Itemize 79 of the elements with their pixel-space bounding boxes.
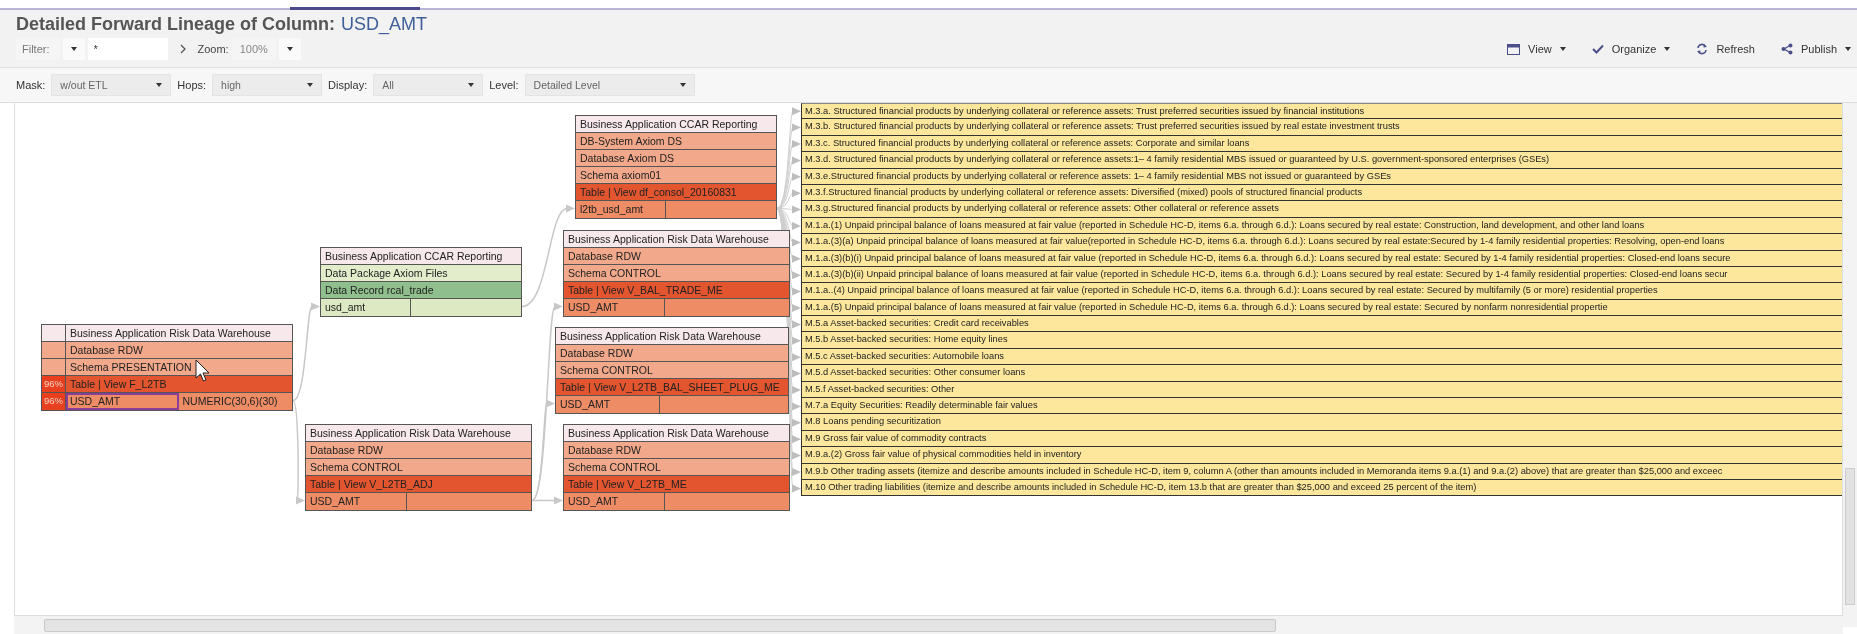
node-row[interactable]: Table | View V_L2TB_ME [564,476,789,492]
node-header[interactable]: Business Application Risk Data Warehouse [306,425,531,441]
report-line-item[interactable]: M.7.a Equity Securities: Readily determinable fair values [801,398,1843,415]
lineage-node[interactable]: Business Application CCAR Reporting Data Package Axiom Files Data Record rcal_trade usd_amt [320,247,522,317]
lineage-node[interactable]: Business Application Risk Data Warehouse Database RDW Schema CONTROL Table | View V_L2TB_BAL_SHEET_PLUG_ME USD_AMT [555,327,789,414]
lineage-node[interactable]: Business Application Risk Data Warehouse Database RDW Schema CONTROL Table | View V_BAL_TRADE_ME USD_AMT [563,230,790,317]
percent-cell: 96% [42,393,66,410]
option-select[interactable]: w/out ETL [51,74,172,96]
node-row[interactable]: Table | View F_L2TB [66,376,292,392]
node-row[interactable]: Schema CONTROL [564,459,789,475]
zoom-label: Zoom: [197,43,229,55]
node-header[interactable]: Business Application Risk Data Warehouse [564,231,789,247]
lineage-node[interactable]: Business Application CCAR Reporting DB-System Axiom DS Database Axiom DS Schema axiom01 Table | View df_consol_20160831 l2tb_usd_amt [575,115,777,219]
node-row[interactable]: Database RDW [556,345,788,361]
vertical-scrollbar[interactable] [1842,103,1857,627]
cursor-icon [195,359,211,383]
report-line-item[interactable]: M.5.b Asset-backed securities: Home equity lines [801,332,1843,349]
node-header[interactable]: Business Application Risk Data Warehouse [556,328,788,344]
node-row[interactable]: Table | View df_consol_20160831 [576,184,776,200]
node-row[interactable]: Database RDW [564,442,789,458]
node-row[interactable]: Table | View V_L2TB_BAL_SHEET_PLUG_ME [556,379,788,395]
filter-dropdown[interactable] [62,38,85,60]
caret-icon [307,83,314,87]
lineage-node[interactable]: Business Application Risk Data Warehouse Database RDW Schema PRESENTATION 96% Table | View F_L2TB 96% USD_AMT NUMERIC(30,6)(30) [41,324,293,411]
toolbar-button[interactable]: Organize [1591,41,1671,57]
report-line-item[interactable]: M.3.g.Structured financial products by underlying collateral or reference assets: Other collateral or reference assets [801,201,1843,218]
report-line-item[interactable]: M.3.b. Structured financial products by underlying collateral or reference assets: Trust preferred securities issued by real estate investment trusts [801,119,1843,136]
report-line-item[interactable]: M.3.d. Structured financial products by underlying collateral or reference assets:1– 4 family residential MBS issued or guaranteed by U.S. government-sponsored enterprises (GSEs) [801,152,1843,169]
node-row[interactable]: Database Axiom DS [576,150,776,166]
option-select[interactable]: high [212,74,323,96]
node-row[interactable]: Schema CONTROL [306,459,531,475]
column-type: NUMERIC(30,6)(30) [181,394,279,409]
report-line-item[interactable]: M.5.d Asset-backed securities: Other consumer loans [801,365,1843,382]
toolbar-button[interactable]: View [1507,41,1566,57]
node-header[interactable]: Business Application CCAR Reporting [576,116,776,132]
toolbar-button[interactable]: Publish [1780,41,1851,57]
column-name-title: USD_AMT [341,14,428,35]
page-title: Detailed Forward Lineage of Column: [16,14,336,35]
filter-field[interactable]: * [87,38,168,60]
node-row[interactable]: DB-System Axiom DS [576,133,776,149]
caret-icon [286,47,293,51]
node-row[interactable]: Data Package Axiom Files [321,265,521,281]
node-row[interactable]: Database RDW [564,248,789,264]
node-row[interactable]: Schema axiom01 [576,167,776,183]
option-label: Level: [489,79,519,91]
zoom-dropdown[interactable] [278,38,301,60]
node-row[interactable]: Schema CONTROL [556,362,788,378]
node-row[interactable]: Data Record rcal_trade [321,282,521,298]
window-icon [1507,43,1521,55]
node-row[interactable]: Table | View V_BAL_TRADE_ME [564,282,789,298]
report-line-item[interactable]: M.1.a.(3)(a) Unpaid principal balance of loans measured at fair value(reported in Schedule HC-D, items 6.a. through 6.d.): Loans secured by real estate:Secured by 1-4 family residential properties: Resolving, open-end loans [801,234,1843,251]
caret-icon [70,47,77,51]
node-row[interactable]: Schema CONTROL [564,265,789,281]
column-name[interactable]: USD_AMT [66,393,179,410]
option-select[interactable]: Detailed Level [524,74,695,96]
option-label: Hops: [177,79,207,91]
caret-icon [468,83,475,87]
lineage-node[interactable]: Business Application Risk Data Warehouse Database RDW Schema CONTROL Table | View V_L2TB_ADJ USD_AMT [305,424,532,511]
lineage-node[interactable]: Business Application Risk Data Warehouse Database RDW Schema CONTROL Table | View V_L2TB_ME USD_AMT [563,424,790,511]
caret-icon [156,83,163,87]
caret-icon [679,83,686,87]
node-header[interactable]: Business Application CCAR Reporting [321,248,521,264]
option-label: Display: [328,79,368,91]
report-line-item[interactable]: M.1.a..(4) Unpaid principal balance of loans measured at fair value (reported in Schedule HC-D, items 6.a. through 6.d.): Loans secured by real estate: Secured by multifamily (5 or more) residential properties [801,283,1843,300]
report-line-item[interactable]: M.5.a Asset-backed securities: Credit card receivables [801,316,1843,333]
report-line-item[interactable]: M.3.a. Structured financial products by underlying collateral or reference assets: Trust preferred securities issued by financial institutions [801,103,1843,120]
share-icon [1780,43,1793,55]
check-icon [1591,44,1604,54]
node-header[interactable]: Business Application Risk Data Warehouse [564,425,789,441]
refresh-icon [1696,43,1709,55]
horizontal-scrollbar[interactable] [14,615,1843,634]
option-label: Mask: [16,79,46,91]
node-row[interactable]: Table | View V_L2TB_ADJ [306,476,531,492]
toolbar-button[interactable]: Refresh [1696,41,1755,57]
report-line-item[interactable]: M.9.a.(2) Gross fair value of physical commodities held in inventory [801,447,1843,464]
node-row[interactable]: Database RDW [306,442,531,458]
option-select[interactable]: All [373,74,484,96]
percent-cell: 96% [42,376,66,392]
report-line-item[interactable]: M.8 Loans pending securitization [801,414,1843,431]
